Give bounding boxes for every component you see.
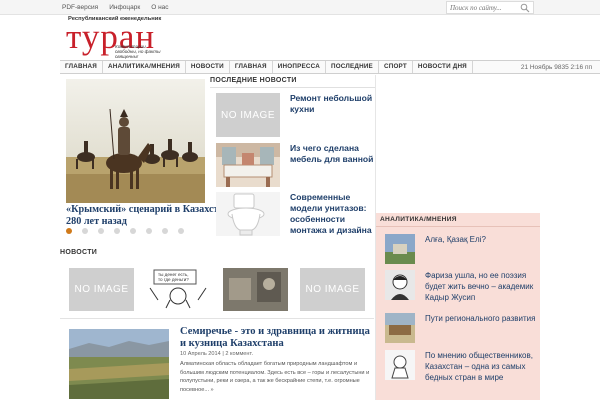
slider-dot[interactable] [146, 228, 152, 234]
analytics-item-title[interactable]: По мнению общественников, Казахстан – од… [425, 350, 539, 383]
nav-item-latest[interactable]: ПОСЛЕДНИЕ [326, 61, 379, 73]
latest-item-thumb[interactable] [216, 143, 280, 187]
analytics-title: АНАЛИТИКА/МНЕНИЯ [376, 213, 540, 227]
featured-slider: «Крымский» сценарий в Казахстане: 280 ле… [66, 79, 238, 238]
search-box [446, 1, 534, 14]
search-input[interactable] [447, 2, 519, 13]
top-links: PDF-версия Инфоцарк О нас [62, 0, 180, 15]
news-thumb[interactable]: NO IMAGE [69, 268, 134, 311]
slider-dot[interactable] [162, 228, 168, 234]
latest-item-title[interactable]: Ремонт небольшой кухни [290, 93, 376, 115]
article-date: 10 Апрель 2014 [180, 351, 221, 357]
latest-item-thumb[interactable]: NO IMAGE [216, 93, 280, 137]
news-thumb[interactable] [223, 268, 288, 311]
latest-item-thumb[interactable] [216, 192, 280, 236]
news-section-title: НОВОСТИ [60, 249, 98, 256]
slider-dot[interactable] [178, 228, 184, 234]
analytics-item-thumb[interactable] [385, 234, 415, 264]
nav-item-home[interactable]: ГЛАВНАЯ [60, 61, 103, 73]
nav-item-home-2[interactable]: ГЛАВНАЯ [230, 61, 273, 73]
featured-article: Семиречье - это и здравница и житница и … [66, 326, 372, 400]
analytics-item-thumb[interactable] [385, 313, 415, 343]
slider-dot[interactable] [130, 228, 136, 234]
logo-slogan: Комментарии свободны, но факты священны! [115, 44, 161, 59]
news-thumbs: NO IMAGE ты денег есть, то где деньги? N… [66, 268, 368, 312]
latest-item: Современные модели унитазов: особенности… [216, 192, 376, 236]
analytics-item-title[interactable]: Алға, Қазақ Елі? [425, 234, 539, 245]
latest-item-title[interactable]: Из чего сделана мебель для ванной [290, 143, 376, 165]
current-datetime: 21 Ноябрь 9835 2:16 пп [520, 64, 592, 71]
article-excerpt: Алматинская область обладает богатым при… [180, 361, 370, 393]
infocenter-link[interactable]: Инфоцарк [109, 4, 140, 11]
article-comments-link[interactable]: 2 коммент. [225, 351, 253, 357]
slider-dot[interactable] [98, 228, 104, 234]
latest-item: Из чего сделана мебель для ванной [216, 143, 376, 187]
nav-item-news[interactable]: НОВОСТИ [186, 61, 230, 73]
slider-dots [66, 228, 194, 234]
nav-item-sport[interactable]: СПОРТ [379, 61, 413, 73]
main-nav: ГЛАВНАЯ АНАЛИТИКА/МНЕНИЯ НОВОСТИ ГЛАВНАЯ… [60, 60, 600, 74]
article-title[interactable]: Семиречье - это и здравница и житница и … [180, 326, 370, 350]
slider-dot[interactable] [82, 228, 88, 234]
news-thumb[interactable]: ты денег есть, то где деньги? [146, 268, 211, 311]
nav-item-analytics[interactable]: АНАЛИТИКА/МНЕНИЯ [103, 61, 186, 73]
nav-item-inopressa[interactable]: ИНОПРЕССА [273, 61, 326, 73]
search-icon[interactable] [520, 3, 530, 13]
nav-item-day-news[interactable]: НОВОСТИ ДНЯ [413, 61, 473, 73]
latest-item-title[interactable]: Современные модели унитазов: особенности… [290, 192, 376, 236]
analytics-item-thumb[interactable] [385, 350, 415, 380]
slider-dot[interactable] [114, 228, 120, 234]
site-logo[interactable]: Республиканский еженедельник туран Комме… [66, 16, 162, 59]
analytics-item-title[interactable]: Фариза ушла, но ее поэзия будет жить веч… [425, 270, 539, 303]
latest-item: NO IMAGE Ремонт небольшой кухни [216, 93, 376, 137]
analytics-item-title[interactable]: Пути регионального развития [425, 313, 539, 324]
about-link[interactable]: О нас [151, 4, 168, 11]
news-thumb[interactable]: NO IMAGE [300, 268, 365, 311]
latest-news: ПОСЛЕДНИЕ НОВОСТИ [210, 75, 376, 88]
slider-dot[interactable] [66, 228, 72, 234]
top-bar: PDF-версия Инфоцарк О нас [0, 0, 600, 15]
article-meta: 10 Апрель 2014 | 2 коммент. [180, 351, 253, 357]
cartoon-caption-line2: то где деньги? [158, 277, 189, 282]
article-image[interactable] [69, 329, 169, 399]
analytics-item-thumb[interactable] [385, 270, 415, 300]
news-divider [60, 318, 374, 319]
pdf-version-link[interactable]: PDF-версия [62, 4, 98, 11]
latest-news-title: ПОСЛЕДНИЕ НОВОСТИ [210, 75, 376, 88]
slide-image[interactable] [66, 79, 205, 203]
